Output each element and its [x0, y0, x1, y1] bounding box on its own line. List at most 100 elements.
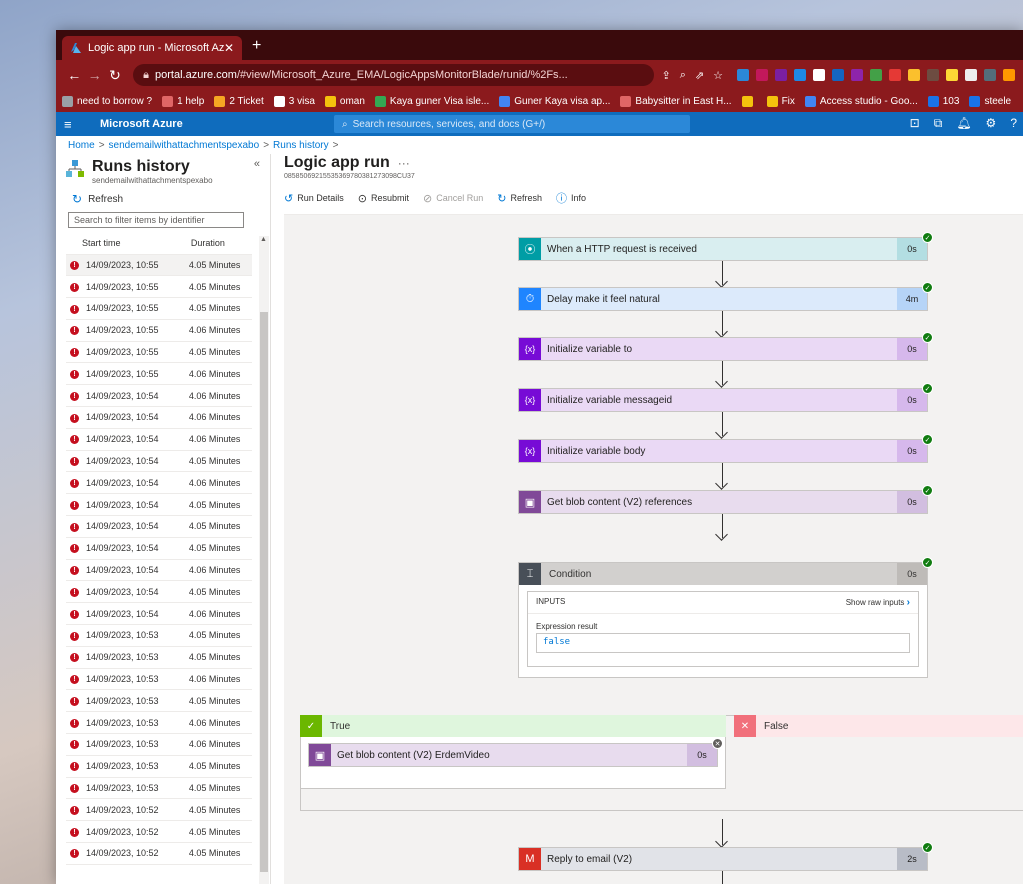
table-row[interactable]: ! 14/09/2023, 10:53 4.05 Minutes	[66, 755, 252, 778]
help-icon[interactable]: ?	[1010, 116, 1017, 131]
condition-step[interactable]: ⌶ Condition 0s ✓ INPUTS Show raw inputs …	[518, 557, 933, 678]
azure-brand[interactable]: Microsoft Azure	[100, 118, 183, 130]
more-icon[interactable]: ···	[398, 156, 410, 170]
table-row[interactable]: ! 14/09/2023, 10:54 4.06 Minutes	[66, 602, 252, 626]
workflow-step[interactable]: ⦿ When a HTTP request is received 0s ✓	[518, 232, 933, 261]
directory-icon[interactable]: ⧉	[934, 116, 943, 131]
extension-icon[interactable]	[1003, 69, 1016, 81]
extension-icon[interactable]	[813, 69, 826, 81]
forward-icon[interactable]: →	[84, 67, 104, 83]
extension-icon[interactable]	[965, 69, 978, 81]
table-row[interactable]: ! 14/09/2023, 10:54 4.05 Minutes	[66, 515, 252, 538]
collapse-icon[interactable]: «	[254, 158, 260, 170]
extension-icon[interactable]	[832, 69, 845, 81]
col-duration[interactable]: Duration	[174, 232, 252, 255]
reload-icon[interactable]: ↻	[105, 67, 125, 84]
scroll-thumb[interactable]	[260, 312, 268, 872]
run-details-button[interactable]: ↺ Run Details	[284, 192, 344, 205]
table-row[interactable]: ! 14/09/2023, 10:52 4.05 Minutes	[66, 820, 252, 844]
extension-icon[interactable]	[870, 69, 883, 81]
runs-scrollbar[interactable]: ▲	[259, 236, 269, 884]
url-input[interactable]: 🔒︎ portal.azure.com /#view/Microsoft_Azu…	[133, 64, 654, 86]
bookmark-item[interactable]: Access studio - Goo...	[804, 95, 918, 107]
table-row[interactable]: ! 14/09/2023, 10:53 4.06 Minutes	[66, 711, 252, 735]
false-branch-header[interactable]: ✕ False	[734, 715, 1023, 737]
bookmark-item[interactable]: Fix	[766, 95, 795, 107]
breadcrumb-home[interactable]: Home	[68, 140, 95, 151]
extension-icon[interactable]	[927, 69, 940, 81]
table-row[interactable]: ! 14/09/2023, 10:52 4.05 Minutes	[66, 798, 252, 822]
bookmark-item[interactable]: 103	[927, 95, 959, 107]
extension-icon[interactable]	[756, 69, 769, 81]
azure-search-input[interactable]: ⌕ Search resources, services, and docs (…	[334, 115, 690, 133]
bookmark-item[interactable]: 1 help	[162, 95, 204, 107]
extension-icon[interactable]	[984, 69, 997, 81]
cloud-shell-icon[interactable]: ⊡	[910, 116, 920, 131]
info-button[interactable]: ⓘ Info	[556, 190, 586, 206]
true-branch-header[interactable]: ✓ True	[300, 715, 726, 737]
workflow-step[interactable]: {x} Initialize variable body 0s ✓	[518, 434, 933, 463]
bookmark-item[interactable]: Kaya guner Visa isle...	[374, 95, 489, 107]
zoom-icon[interactable]: ⌕	[680, 69, 686, 82]
bookmark-item[interactable]: Guner Kaya visa ap...	[499, 95, 610, 107]
extension-icon[interactable]	[737, 69, 750, 81]
refresh-runs-button[interactable]: ↻ Refresh	[56, 188, 270, 210]
workflow-step[interactable]: M Reply to email (V2) 2s ✓	[518, 842, 933, 871]
bookmark-item[interactable]: steele	[969, 95, 1011, 107]
breadcrumb-app[interactable]: sendemailwithattachmentspexabo	[109, 140, 260, 151]
refresh-run-button[interactable]: ↻ Refresh	[497, 192, 542, 205]
extension-icon[interactable]	[851, 69, 864, 81]
extension-icon[interactable]	[794, 69, 807, 81]
bookmark-item[interactable]: 2 Ticket	[214, 95, 264, 107]
table-row[interactable]: ! 14/09/2023, 10:54 4.05 Minutes	[66, 537, 252, 560]
table-row[interactable]: ! 14/09/2023, 10:55 4.05 Minutes	[66, 275, 252, 299]
breadcrumb-runs[interactable]: Runs history	[273, 140, 329, 151]
table-row[interactable]: ! 14/09/2023, 10:53 4.06 Minutes	[66, 668, 252, 691]
workflow-step[interactable]: ⏱ Delay make it feel natural 4m ✓	[518, 282, 933, 311]
table-row[interactable]: ! 14/09/2023, 10:55 4.06 Minutes	[66, 319, 252, 342]
table-row[interactable]: ! 14/09/2023, 10:54 4.06 Minutes	[66, 406, 252, 429]
table-row[interactable]: ! 14/09/2023, 10:53 4.05 Minutes	[66, 646, 252, 669]
table-row[interactable]: ! 14/09/2023, 10:54 4.05 Minutes	[66, 580, 252, 604]
table-row[interactable]: ! 14/09/2023, 10:55 4.05 Minutes	[66, 254, 252, 277]
extension-icon[interactable]	[908, 69, 921, 81]
cancel-run-button[interactable]: ⊘ Cancel Run	[423, 192, 483, 205]
share-icon[interactable]: ⇗	[695, 69, 704, 82]
back-icon[interactable]: ←	[64, 67, 84, 83]
workflow-step[interactable]: {x} Initialize variable to 0s ✓	[518, 332, 933, 361]
extension-icon[interactable]	[946, 69, 959, 81]
table-row[interactable]: ! 14/09/2023, 10:52 4.05 Minutes	[66, 842, 252, 865]
scroll-up-icon[interactable]: ▲	[260, 236, 267, 243]
bookmark-item[interactable]: 3 visa	[273, 95, 315, 107]
notifications-icon[interactable]: 🔔︎	[956, 116, 971, 131]
table-row[interactable]: ! 14/09/2023, 10:54 4.06 Minutes	[66, 428, 252, 451]
star-icon[interactable]: ☆	[713, 69, 723, 82]
table-row[interactable]: ! 14/09/2023, 10:54 4.06 Minutes	[66, 384, 252, 408]
table-row[interactable]: ! 14/09/2023, 10:55 4.05 Minutes	[66, 341, 252, 364]
table-row[interactable]: ! 14/09/2023, 10:53 4.05 Minutes	[66, 777, 252, 800]
bookmark-item[interactable]: Babysitter in East H...	[620, 95, 732, 107]
settings-gear-icon[interactable]: ⚙	[986, 116, 997, 131]
table-row[interactable]: ! 14/09/2023, 10:53 4.05 Minutes	[66, 689, 252, 713]
menu-icon[interactable]: ≡	[64, 117, 90, 132]
true-branch-step[interactable]: ▣ Get blob content (V2) ErdemVideo 0s ✕	[308, 738, 723, 767]
new-tab-icon[interactable]: +	[252, 37, 261, 55]
resubmit-button[interactable]: ⊙ Resubmit	[358, 192, 409, 205]
browser-tab[interactable]: Logic app run - Microsoft Azure ✕	[62, 36, 242, 60]
extension-icon[interactable]	[775, 69, 788, 81]
bookmark-item[interactable]: need to borrow ?	[62, 95, 152, 107]
table-row[interactable]: ! 14/09/2023, 10:53 4.05 Minutes	[66, 624, 252, 647]
workflow-step[interactable]: ▣ Get blob content (V2) references 0s ✓	[518, 485, 933, 514]
table-row[interactable]: ! 14/09/2023, 10:53 4.06 Minutes	[66, 733, 252, 756]
table-row[interactable]: ! 14/09/2023, 10:54 4.06 Minutes	[66, 471, 252, 495]
tab-close-icon[interactable]: ✕	[224, 41, 234, 55]
show-raw-inputs-link[interactable]: Show raw inputs ›	[846, 597, 910, 608]
filter-input[interactable]: Search to filter items by identifier	[68, 212, 244, 228]
bookmark-item[interactable]: oman	[324, 95, 365, 107]
table-row[interactable]: ! 14/09/2023, 10:54 4.05 Minutes	[66, 450, 252, 473]
bookmark-item[interactable]	[741, 95, 757, 107]
col-start-time[interactable]: Start time	[66, 232, 175, 255]
table-row[interactable]: ! 14/09/2023, 10:55 4.05 Minutes	[66, 297, 252, 320]
table-row[interactable]: ! 14/09/2023, 10:55 4.06 Minutes	[66, 362, 252, 386]
workflow-step[interactable]: {x} Initialize variable messageid 0s ✓	[518, 383, 933, 412]
